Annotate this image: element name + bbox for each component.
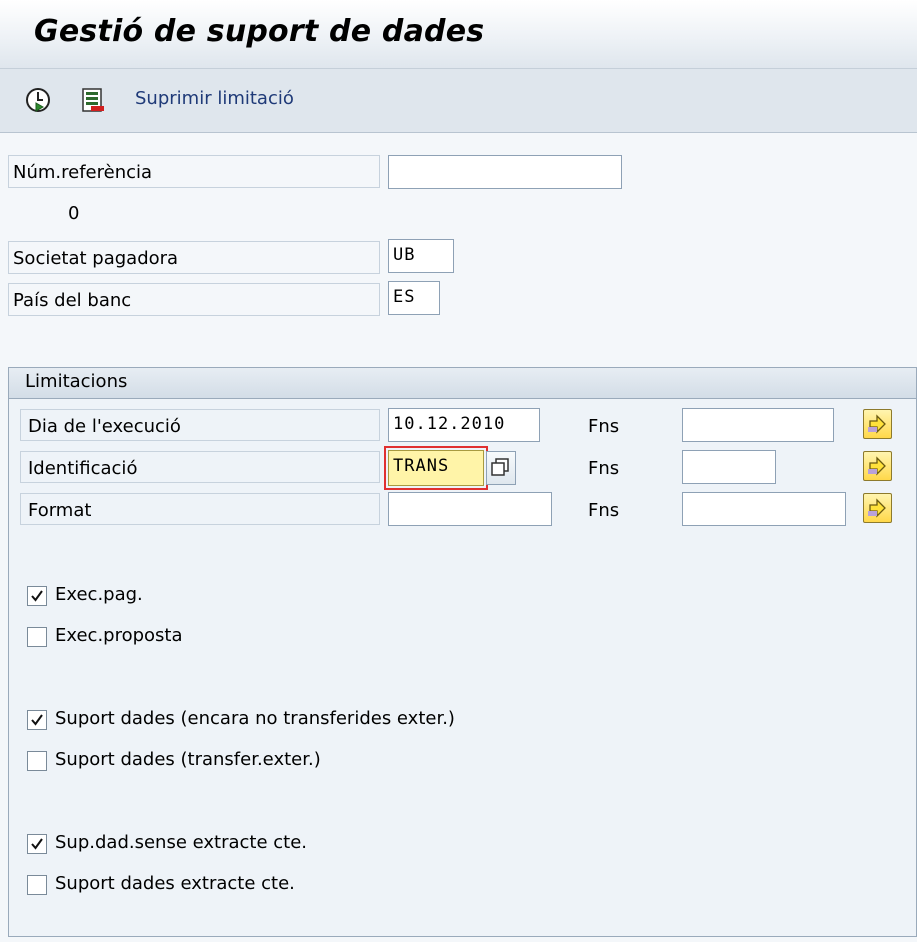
format-to-label: Fns	[588, 500, 620, 521]
checkmark-icon	[31, 714, 43, 726]
with-statement-checkbox[interactable]	[27, 875, 47, 895]
exec-date-to-input[interactable]	[682, 408, 834, 442]
copy-icon	[491, 458, 509, 476]
without-statement-label: Sup.dad.sense extracte cte.	[55, 832, 308, 853]
format-input[interactable]	[388, 492, 552, 526]
format-to-input[interactable]	[682, 492, 846, 526]
application-toolbar: Suprimir limitació	[0, 69, 917, 133]
page-title: Gestió de suport de dades	[34, 14, 485, 49]
identification-multiple-selection-button[interactable]	[863, 451, 892, 481]
format-multiple-selection-button[interactable]	[863, 493, 892, 523]
company-input[interactable]: UB	[388, 239, 454, 273]
limitations-header: Limitacions	[9, 368, 916, 399]
company-label: Societat pagadora	[13, 248, 179, 269]
ref-count: 0	[68, 203, 80, 224]
checkmark-icon	[31, 590, 43, 602]
country-label: País del banc	[13, 290, 132, 311]
arrow-right-icon	[868, 414, 886, 434]
exec-date-input[interactable]: 10.12.2010	[388, 408, 540, 442]
ref-label: Núm.referència	[13, 162, 153, 183]
exec-date-multiple-selection-button[interactable]	[863, 409, 892, 439]
title-bar: Gestió de suport de dades	[0, 0, 917, 69]
sap-window: Gestió de suport de dades Suprimir limit…	[0, 0, 917, 942]
limitations-title: Limitacions	[25, 371, 128, 392]
without-statement-checkbox[interactable]	[27, 834, 47, 854]
data-medium-transferred-label: Suport dades (transfer.exter.)	[55, 749, 321, 770]
identification-search-help-button[interactable]	[486, 451, 516, 485]
identification-label: Identificació	[28, 458, 138, 479]
save-variant-icon[interactable]	[80, 87, 106, 113]
format-label: Format	[28, 500, 92, 521]
data-medium-not-transferred-checkbox[interactable]	[27, 710, 47, 730]
exec-date-label: Dia de l'execució	[28, 416, 181, 437]
with-statement-label: Suport dades extracte cte.	[55, 873, 295, 894]
arrow-right-icon	[868, 456, 886, 476]
data-medium-transferred-checkbox[interactable]	[27, 751, 47, 771]
exec-pag-label: Exec.pag.	[55, 584, 143, 605]
delete-limitation-button[interactable]: Suprimir limitació	[135, 88, 294, 109]
exec-proposal-label: Exec.proposta	[55, 625, 183, 646]
clock-execute-icon[interactable]	[25, 87, 51, 113]
country-input[interactable]: ES	[388, 281, 440, 315]
identification-to-input[interactable]	[682, 450, 776, 484]
arrow-right-icon	[868, 498, 886, 518]
identification-input[interactable]: TRANS	[388, 450, 484, 486]
ref-input[interactable]	[388, 155, 622, 189]
data-medium-not-transferred-label: Suport dades (encara no transferides ext…	[55, 708, 455, 729]
checkmark-icon	[31, 838, 43, 850]
identification-to-label: Fns	[588, 458, 620, 479]
exec-pag-checkbox[interactable]	[27, 586, 47, 606]
exec-date-to-label: Fns	[588, 416, 620, 437]
exec-proposal-checkbox[interactable]	[27, 627, 47, 647]
